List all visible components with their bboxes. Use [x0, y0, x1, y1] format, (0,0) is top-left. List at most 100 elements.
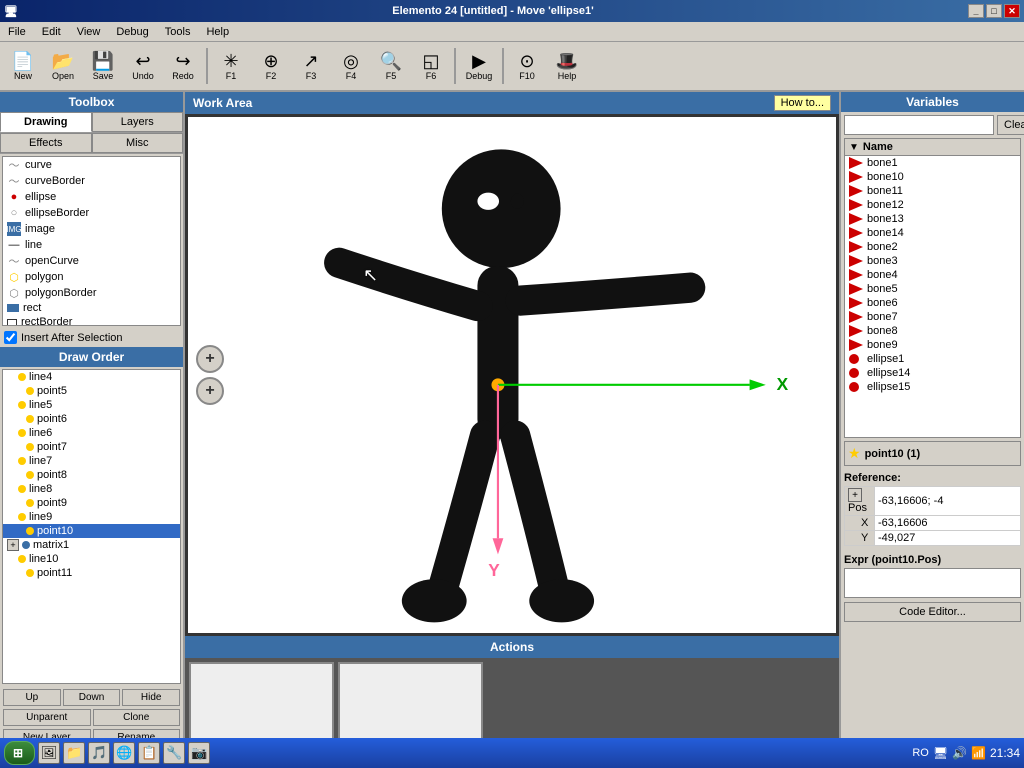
var-item[interactable]: ellipse15 [845, 380, 1020, 394]
list-item[interactable]: 〜 curve [3, 157, 180, 173]
insert-after-checkbox[interactable] [4, 331, 17, 344]
how-to-button[interactable]: How to... [774, 95, 831, 111]
list-item[interactable]: — line [3, 237, 180, 253]
list-item[interactable]: line8 [3, 482, 180, 496]
list-item[interactable]: point5 [3, 384, 180, 398]
undo-button[interactable]: ↩ Undo [124, 45, 162, 87]
new-button[interactable]: 📄 New [4, 45, 42, 87]
clone-button[interactable]: Clone [93, 709, 181, 726]
list-item[interactable]: IMG image [3, 221, 180, 237]
var-item[interactable]: bone6 [845, 296, 1020, 310]
dot-icon [26, 471, 34, 479]
f5-button[interactable]: 🔍 F5 [372, 45, 410, 87]
up-button[interactable]: Up [3, 689, 61, 706]
taskbar-icon-2[interactable]: 📁 [63, 742, 85, 764]
menu-help[interactable]: Help [202, 24, 233, 40]
hide-button[interactable]: Hide [122, 689, 180, 706]
list-item[interactable]: rectBorder [3, 315, 180, 326]
list-item-selected[interactable]: point10 [3, 524, 180, 538]
list-item[interactable]: point9 [3, 496, 180, 510]
list-item[interactable]: ○ ellipseBorder [3, 205, 180, 221]
var-item[interactable]: bone14 [845, 226, 1020, 240]
list-item[interactable]: line5 [3, 398, 180, 412]
zoom-out-button[interactable]: + [196, 377, 224, 405]
list-item[interactable]: 〜 openCurve [3, 253, 180, 269]
work-area-header: Work Area How to... [185, 92, 839, 114]
list-item[interactable]: + matrix1 [3, 538, 180, 552]
expand-button[interactable]: + [848, 488, 862, 502]
list-item[interactable]: line9 [3, 510, 180, 524]
var-item[interactable]: bone12 [845, 198, 1020, 212]
menu-debug[interactable]: Debug [112, 24, 152, 40]
zoom-in-button[interactable]: + [196, 345, 224, 373]
list-item[interactable]: point6 [3, 412, 180, 426]
bone-icon [849, 255, 863, 267]
expand-btn[interactable]: + [7, 539, 19, 551]
start-button[interactable]: ⊞ [4, 741, 35, 765]
taskbar-icon-3[interactable]: 🎵 [88, 742, 110, 764]
list-item[interactable]: line6 [3, 426, 180, 440]
list-item[interactable]: ⬡ polygonBorder [3, 285, 180, 301]
taskbar-icon-5[interactable]: 📋 [138, 742, 160, 764]
clock: 21:34 [990, 746, 1020, 760]
open-button[interactable]: 📂 Open [44, 45, 82, 87]
var-clear-button[interactable]: Clear [997, 115, 1024, 135]
f6-button[interactable]: ◱ F6 [412, 45, 450, 87]
var-item[interactable]: ellipse1 [845, 352, 1020, 366]
var-item[interactable]: bone2 [845, 240, 1020, 254]
f4-button[interactable]: ◎ F4 [332, 45, 370, 87]
minimize-btn[interactable]: _ [968, 4, 984, 18]
menu-edit[interactable]: Edit [38, 24, 65, 40]
expr-input[interactable] [844, 568, 1021, 598]
menu-view[interactable]: View [73, 24, 105, 40]
canvas-area[interactable]: X Y + + ↖ [185, 114, 839, 636]
maximize-btn[interactable]: □ [986, 4, 1002, 18]
taskbar-icon-6[interactable]: 🔧 [163, 742, 185, 764]
save-button[interactable]: 💾 Save [84, 45, 122, 87]
var-search-input[interactable] [844, 115, 994, 135]
list-item[interactable]: ● ellipse [3, 189, 180, 205]
redo-button[interactable]: ↪ Redo [164, 45, 202, 87]
f2-button[interactable]: ⊕ F2 [252, 45, 290, 87]
var-item[interactable]: bone1 [845, 156, 1020, 170]
var-item[interactable]: bone13 [845, 212, 1020, 226]
list-item[interactable]: point11 [3, 566, 180, 580]
var-item[interactable]: bone5 [845, 282, 1020, 296]
list-item[interactable]: ⬡ polygon [3, 269, 180, 285]
var-item[interactable]: bone7 [845, 310, 1020, 324]
var-item[interactable]: bone11 [845, 184, 1020, 198]
var-item[interactable]: bone9 [845, 338, 1020, 352]
taskbar-icon-4[interactable]: 🌐 [113, 742, 135, 764]
close-btn[interactable]: ✕ [1004, 4, 1020, 18]
tab-effects[interactable]: Effects [0, 133, 92, 153]
f3-button[interactable]: ↗ F3 [292, 45, 330, 87]
list-item[interactable]: point8 [3, 468, 180, 482]
tab-layers[interactable]: Layers [92, 112, 184, 132]
tab-drawing[interactable]: Drawing [0, 112, 92, 132]
var-item[interactable]: bone3 [845, 254, 1020, 268]
list-item[interactable]: line10 [3, 552, 180, 566]
menu-tools[interactable]: Tools [161, 24, 195, 40]
var-item[interactable]: bone8 [845, 324, 1020, 338]
unparent-button[interactable]: Unparent [3, 709, 91, 726]
list-item[interactable]: line7 [3, 454, 180, 468]
list-item[interactable]: 〜 curveBorder [3, 173, 180, 189]
f10-button[interactable]: ⊙ F10 [508, 45, 546, 87]
list-item[interactable]: line4 [3, 370, 180, 384]
list-item[interactable]: rect [3, 301, 180, 315]
menu-file[interactable]: File [4, 24, 30, 40]
var-item[interactable]: ellipse14 [845, 366, 1020, 380]
down-button[interactable]: Down [63, 689, 121, 706]
bone-icon [849, 171, 863, 183]
tab-misc[interactable]: Misc [92, 133, 184, 153]
var-item[interactable]: bone4 [845, 268, 1020, 282]
code-editor-button[interactable]: Code Editor... [844, 602, 1021, 622]
taskbar-icon-7[interactable]: 📷 [188, 742, 210, 764]
taskbar-icon-1[interactable]: 🖼 [38, 742, 60, 764]
debug-button[interactable]: ▶ Debug [460, 45, 498, 87]
var-item[interactable]: bone10 [845, 170, 1020, 184]
f1-button[interactable]: ✳ F1 [212, 45, 250, 87]
help-button[interactable]: 🎩 Help [548, 45, 586, 87]
line-icon: — [7, 238, 21, 252]
list-item[interactable]: point7 [3, 440, 180, 454]
